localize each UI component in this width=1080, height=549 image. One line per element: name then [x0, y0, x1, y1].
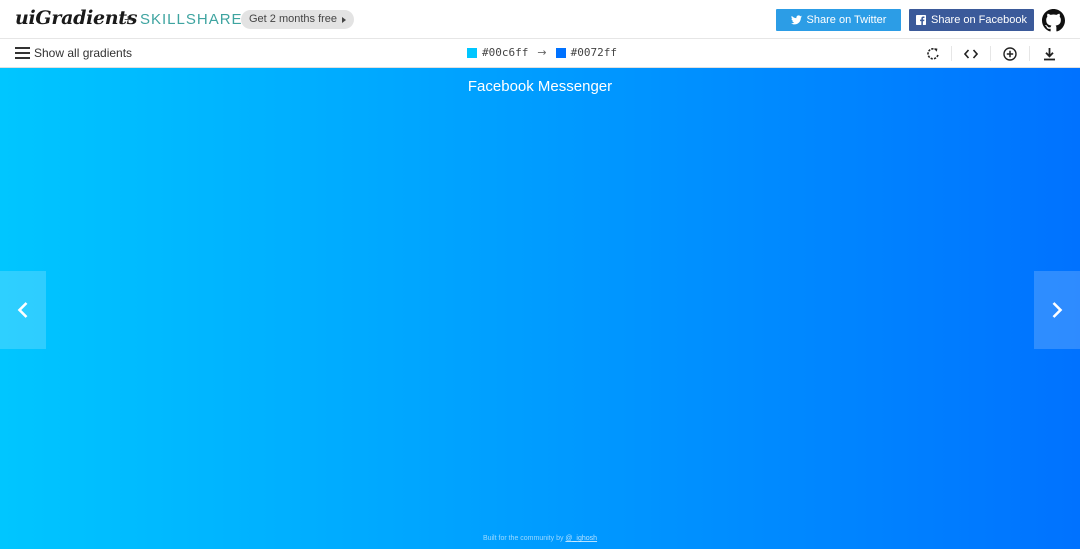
toolbar-divider	[1029, 46, 1030, 61]
site-logo[interactable]: uiGradients	[15, 7, 137, 29]
logo-plus: +	[124, 11, 133, 27]
add-gradient-button[interactable]	[1001, 45, 1019, 63]
share-facebook-label: Share on Facebook	[930, 14, 1027, 26]
share-twitter-button[interactable]: Share on Twitter	[776, 9, 901, 31]
arrow-right-icon: →	[537, 46, 547, 59]
share-facebook-button[interactable]: Share on Facebook	[909, 9, 1034, 31]
chevron-left-icon	[17, 302, 28, 318]
caret-right-icon	[342, 16, 347, 23]
color-swatch-start[interactable]	[467, 47, 477, 58]
get-css-code-button[interactable]	[962, 45, 980, 63]
download-gradient-button[interactable]	[1040, 45, 1058, 63]
footer-credit: Built for the community by @_ighosh	[0, 535, 1080, 542]
promo-button[interactable]: Get 2 months free	[241, 10, 355, 29]
gradient-preview: Facebook Messenger Built for the communi…	[0, 68, 1080, 549]
previous-gradient-button[interactable]	[0, 271, 46, 349]
download-icon	[1043, 48, 1055, 61]
hamburger-icon	[15, 47, 30, 59]
gradient-toolbar: Show all gradients #00c6ff → #0072ff	[0, 39, 1080, 68]
github-icon	[1042, 9, 1065, 32]
top-header: uiGradients + SKILLSHARE Get 2 months fr…	[0, 0, 1080, 39]
partner-logo[interactable]: SKILLSHARE	[140, 11, 243, 28]
show-all-gradients-button[interactable]: Show all gradients	[15, 46, 132, 60]
code-icon	[964, 49, 978, 59]
toolbar-divider	[990, 46, 991, 61]
rotate-icon	[927, 47, 939, 60]
github-link[interactable]	[1042, 9, 1065, 32]
color-code-end[interactable]: #0072ff	[571, 46, 617, 59]
share-twitter-label: Share on Twitter	[806, 14, 887, 26]
author-link[interactable]: @_ighosh	[565, 535, 597, 542]
twitter-icon	[790, 15, 802, 25]
promo-label: Get 2 months free	[249, 13, 338, 25]
color-code-start[interactable]: #00c6ff	[482, 46, 528, 59]
color-swatch-end[interactable]	[555, 47, 566, 58]
toolbar-divider	[951, 46, 952, 61]
rotate-gradient-button[interactable]	[924, 45, 942, 63]
gradient-colors: #00c6ff → #0072ff	[467, 46, 617, 59]
gradient-name: Facebook Messenger	[467, 78, 613, 95]
add-icon	[1003, 47, 1017, 61]
show-all-gradients-label: Show all gradients	[34, 46, 133, 60]
chevron-right-icon	[1052, 302, 1063, 318]
next-gradient-button[interactable]	[1034, 271, 1080, 349]
credit-text: Built for the community by	[482, 535, 564, 542]
facebook-icon	[915, 15, 926, 25]
